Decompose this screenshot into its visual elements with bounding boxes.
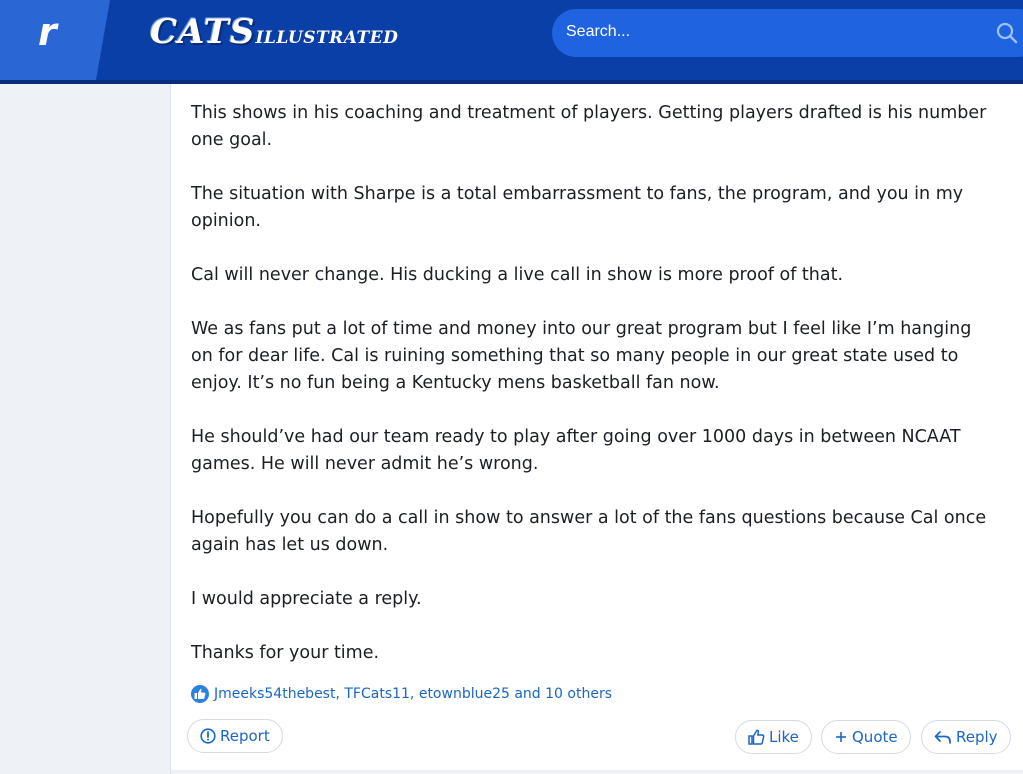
quote-button[interactable]: Quote [821, 720, 911, 754]
reply-button[interactable]: Reply [921, 720, 1011, 754]
search-icon[interactable] [995, 21, 1019, 49]
report-button[interactable]: Report [187, 719, 283, 753]
thumbs-up-badge-icon [191, 685, 209, 703]
plus-icon [834, 730, 848, 744]
post-paragraph: We as fans put a lot of time and money i… [191, 319, 972, 393]
brand-subtitle: ILLUSTRATED [255, 28, 399, 48]
rivals-logo[interactable]: r [0, 0, 110, 80]
post-paragraph: Thanks for your time. [191, 643, 380, 663]
logo-letter: r [38, 10, 57, 54]
like-label: Like [769, 728, 799, 746]
thumbs-up-icon [748, 729, 765, 745]
site-header: r CATSILLUSTRATED Search... [0, 0, 1023, 84]
brand-title: CATS [150, 12, 256, 52]
reply-arrow-icon [934, 729, 952, 745]
post-paragraph: I would appreciate a reply. [191, 589, 422, 609]
left-gutter [0, 84, 171, 774]
quote-label: Quote [852, 728, 898, 746]
post-body: This shows in his coaching and treatment… [191, 100, 991, 694]
post-paragraph: Hopefully you can do a call in show to a… [191, 508, 987, 555]
reply-label: Reply [956, 728, 998, 746]
alert-circle-icon [200, 728, 216, 744]
post-paragraph: He should’ve had our team ready to play … [191, 427, 961, 474]
reactions-bar[interactable]: Jmeeks54thebest, TFCats11, etownblue25 a… [191, 683, 612, 705]
post-container: This shows in his coaching and treatment… [171, 84, 1023, 770]
report-label: Report [220, 727, 270, 745]
like-button[interactable]: Like [735, 720, 812, 754]
post-paragraph: This shows in his coaching and treatment… [191, 103, 987, 150]
reactions-text[interactable]: Jmeeks54thebest, TFCats11, etownblue25 a… [214, 686, 612, 702]
site-brand[interactable]: CATSILLUSTRATED [150, 12, 398, 52]
search-input[interactable]: Search... [552, 9, 1023, 57]
search-placeholder: Search... [566, 23, 631, 40]
post-paragraph: The situation with Sharpe is a total emb… [191, 184, 964, 231]
post-paragraph: Cal will never change. His ducking a liv… [191, 265, 844, 285]
